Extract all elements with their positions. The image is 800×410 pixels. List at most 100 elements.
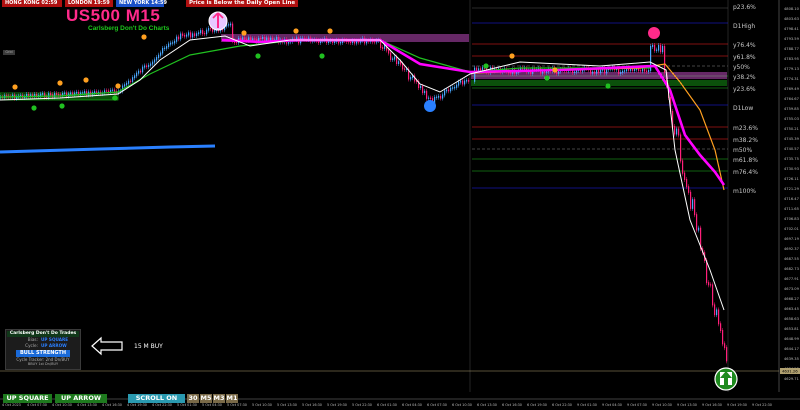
price-tick-label: 4808.10	[784, 7, 800, 11]
time-tick-label: 5 Oct 10:30	[252, 403, 272, 407]
candle-body	[206, 29, 208, 35]
fib-label-y23: y23.6%	[733, 86, 756, 93]
price-tick-label: 4726.11	[784, 177, 799, 181]
candle-body	[458, 81, 460, 86]
time-tick-label: 6 Oct 16:30	[502, 403, 522, 407]
candle-body	[696, 214, 698, 231]
tf-30-button[interactable]: 30	[187, 394, 199, 403]
candlesticks	[0, 21, 728, 364]
signal-dot	[483, 63, 489, 69]
candle-body	[714, 304, 716, 316]
candle-body	[402, 63, 404, 70]
signal-dot	[509, 53, 515, 59]
chart-window: 4808.10 4803.63 4798.41 4793.59 4788.77 4783.…	[0, 0, 800, 410]
tf-m5-button[interactable]: M5	[200, 394, 212, 403]
candle-body	[480, 68, 482, 71]
candle-body	[606, 69, 608, 74]
time-tick-label: 5 Oct 16:30	[302, 403, 322, 407]
up-arrow-button[interactable]: UP ARROW	[55, 394, 107, 403]
candle-body	[164, 47, 166, 50]
price-tick-label: 4668.27	[784, 297, 799, 301]
time-tick-label: 4 Oct 10:30	[52, 403, 72, 407]
candle-body	[40, 93, 42, 97]
candle-body	[156, 57, 158, 61]
price-tick-label: 4677.91	[784, 277, 799, 281]
mini-toggle-button[interactable]: Grid	[3, 50, 15, 55]
time-tick-label: 6 Oct 19:30	[527, 403, 547, 407]
up-square-button[interactable]: UP SQUARE	[3, 394, 52, 403]
fib-label-d1high: D1High	[733, 23, 756, 30]
candle-body	[686, 178, 688, 188]
candle-body	[394, 56, 396, 60]
price-tick-label: 4755.03	[784, 117, 799, 121]
candle-body	[176, 36, 178, 42]
tf-m1-button[interactable]: M1	[226, 394, 238, 403]
daily-open-status: Price is Below the Daily Open Line	[186, 0, 299, 7]
candle-body	[440, 95, 442, 99]
candle-body	[146, 65, 148, 68]
candle-body	[388, 49, 390, 54]
candle-body	[652, 45, 654, 47]
scroll-toggle-button[interactable]: SCROLL ON	[128, 394, 185, 403]
candle-body	[152, 61, 154, 65]
candle-body	[184, 34, 186, 37]
time-tick-label: 4 Oct 13:30	[77, 403, 97, 407]
candle-body	[236, 41, 238, 44]
candle-body	[688, 186, 690, 193]
time-tick-label: 5 Oct 22:30	[352, 403, 372, 407]
fib-label-y38: y38.2%	[733, 74, 756, 81]
candle-body	[182, 33, 184, 36]
candle-body	[74, 92, 76, 95]
candle-body	[50, 93, 52, 96]
tf-m3-button[interactable]: M3	[213, 394, 225, 403]
candle-body	[720, 323, 722, 332]
time-tick-label: 9 Oct 04:30	[602, 403, 622, 407]
candle-body	[462, 80, 464, 85]
signal-dot	[57, 80, 63, 86]
price-tick-label: 4803.63	[784, 17, 799, 21]
signal-dot	[552, 67, 558, 73]
candle-body	[76, 91, 78, 94]
candle-body	[186, 34, 188, 37]
candle-body	[426, 90, 428, 99]
fibonacci-levels	[472, 7, 728, 189]
time-tick-label: 6 Oct 13:30	[477, 403, 497, 407]
candle-body	[438, 95, 440, 98]
candle-body	[450, 87, 452, 92]
candle-body	[250, 37, 252, 41]
candle-body	[708, 282, 710, 286]
candle-body	[510, 72, 512, 74]
time-tick-label: 4 Oct 22:30	[152, 403, 172, 407]
candle-body	[678, 128, 680, 136]
price-tick-label: 4697.19	[784, 237, 800, 241]
candle-body	[190, 32, 192, 38]
price-chart[interactable]: 4808.10 4803.63 4798.41 4793.59 4788.77 4783.…	[0, 0, 800, 410]
candle-body	[196, 33, 198, 37]
candle-body	[710, 284, 712, 286]
candle-body	[620, 71, 622, 74]
fib-label-y61: y61.8%	[733, 54, 756, 61]
candle-body	[644, 68, 646, 72]
time-tick-label: 5 Oct 13:30	[277, 403, 297, 407]
time-tick-label: 9 Oct 01:30	[577, 403, 597, 407]
ma-fast-line	[0, 35, 725, 311]
candle-body	[398, 61, 400, 65]
candle-body	[180, 33, 182, 40]
candle-body	[56, 93, 58, 95]
price-tick-label: 4779.13	[784, 67, 799, 71]
pin-top-icon	[208, 11, 228, 31]
candle-body	[148, 64, 150, 68]
hong-kong-clock: HONG KONG 02:59	[2, 0, 62, 7]
price-tick-label: 4793.59	[784, 37, 800, 41]
time-tick-label: 5 Oct 19:30	[327, 403, 347, 407]
candle-body	[200, 30, 202, 34]
candle-body	[64, 92, 66, 95]
candle-body	[172, 42, 174, 44]
candle-body	[460, 80, 462, 83]
candle-body	[150, 63, 152, 66]
candle-body	[420, 85, 422, 89]
candle-body	[254, 38, 256, 40]
candle-body	[716, 309, 718, 316]
fib-label-y76: y76.4%	[733, 42, 756, 49]
time-tick-label: 6 Oct 01:30	[377, 403, 397, 407]
